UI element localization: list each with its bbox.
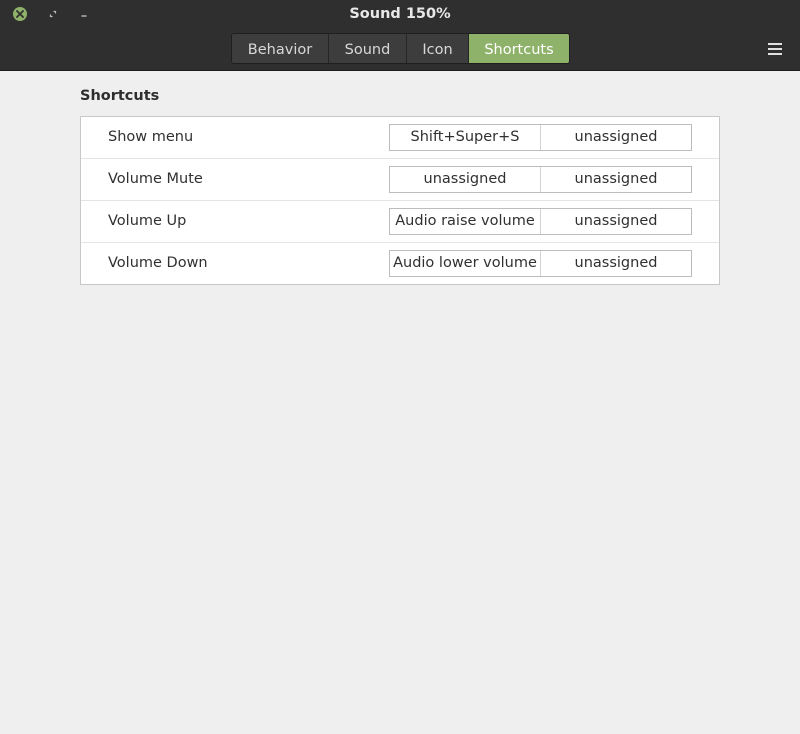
shortcut-row-show-menu: Show menu Shift+Super+S unassigned <box>81 117 719 159</box>
keybinding-entry: Audio lower volume unassigned <box>389 250 692 277</box>
tab-shortcuts[interactable]: Shortcuts <box>469 34 569 63</box>
shortcut-label: Volume Mute <box>108 171 203 187</box>
keybinding-entry: Audio raise volume unassigned <box>389 208 692 235</box>
secondary-keybinding[interactable]: unassigned <box>541 125 691 150</box>
shortcuts-list: Show menu Shift+Super+S unassigned Volum… <box>80 116 720 285</box>
primary-keybinding[interactable]: Audio lower volume <box>390 251 541 276</box>
tab-sound[interactable]: Sound <box>329 34 407 63</box>
hamburger-menu-icon <box>768 43 782 55</box>
secondary-keybinding[interactable]: unassigned <box>541 209 691 234</box>
title-bar: Sound 150% Behavior Sound Icon Shortcuts <box>0 0 800 71</box>
shortcut-row-volume-up: Volume Up Audio raise volume unassigned <box>81 201 719 243</box>
window-title: Sound 150% <box>349 6 451 22</box>
shortcut-row-volume-down: Volume Down Audio lower volume unassigne… <box>81 243 719 285</box>
shortcut-row-volume-mute: Volume Mute unassigned unassigned <box>81 159 719 201</box>
secondary-keybinding[interactable]: unassigned <box>541 251 691 276</box>
shortcut-label: Volume Down <box>108 255 208 271</box>
shortcut-label: Show menu <box>108 129 194 145</box>
primary-keybinding[interactable]: Audio raise volume <box>390 209 541 234</box>
menu-button[interactable] <box>764 40 786 58</box>
tab-bar: Behavior Sound Icon Shortcuts <box>231 33 570 64</box>
primary-keybinding[interactable]: Shift+Super+S <box>390 125 541 150</box>
primary-keybinding[interactable]: unassigned <box>390 167 541 192</box>
section-title: Shortcuts <box>80 88 160 104</box>
shortcut-label: Volume Up <box>108 213 187 229</box>
keybinding-entry: unassigned unassigned <box>389 166 692 193</box>
tab-behavior[interactable]: Behavior <box>232 34 329 63</box>
tab-icon[interactable]: Icon <box>407 34 469 63</box>
secondary-keybinding[interactable]: unassigned <box>541 167 691 192</box>
keybinding-entry: Shift+Super+S unassigned <box>389 124 692 151</box>
